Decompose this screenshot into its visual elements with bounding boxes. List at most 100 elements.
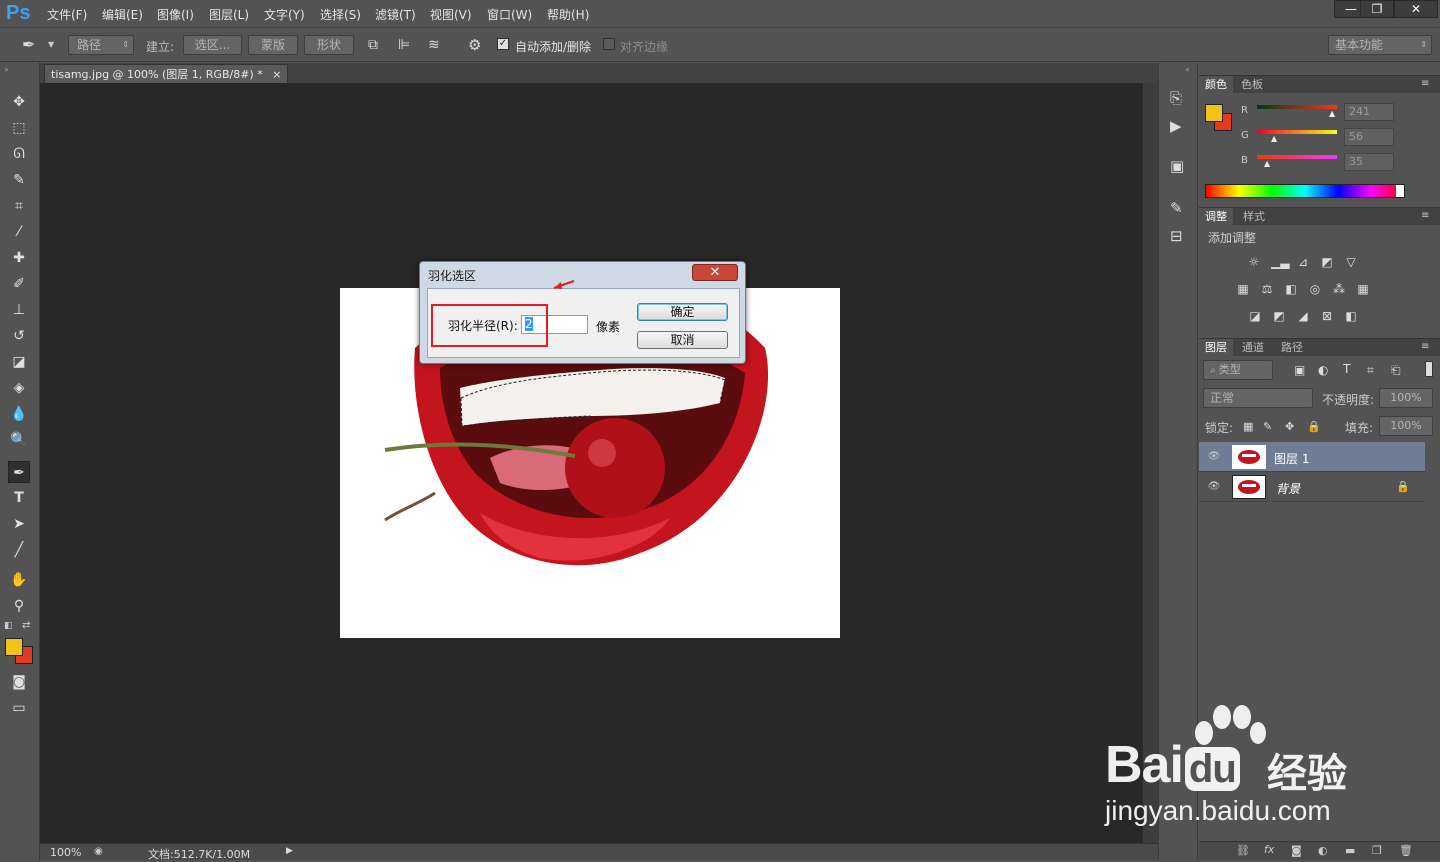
add-mask-icon[interactable]: ◙ bbox=[1291, 844, 1302, 857]
menu-view[interactable]: 视图(V) bbox=[430, 6, 472, 23]
marquee-tool-icon[interactable]: ⬚ bbox=[8, 117, 30, 139]
color-lookup-icon[interactable]: ▦ bbox=[1355, 282, 1371, 296]
filter-adjustment-icon[interactable]: ◐ bbox=[1318, 363, 1328, 377]
trash-icon[interactable]: 🗑 bbox=[1399, 844, 1413, 857]
eyedropper-tool-icon[interactable]: ⁄ bbox=[8, 221, 30, 243]
lock-all-icon[interactable]: 🔒 bbox=[1307, 420, 1321, 433]
photo-filter-icon[interactable]: ◎ bbox=[1307, 282, 1323, 296]
pen-tool-icon[interactable]: ✒ bbox=[22, 35, 35, 54]
layer-row[interactable]: 👁 背景 🔒 bbox=[1199, 472, 1425, 502]
path-selection-tool-icon[interactable]: ➤ bbox=[8, 513, 30, 535]
channel-g-value[interactable]: 56 bbox=[1344, 128, 1394, 146]
dodge-tool-icon[interactable]: 🔍 bbox=[8, 429, 30, 451]
menu-help[interactable]: 帮助(H) bbox=[547, 6, 589, 23]
menu-file[interactable]: 文件(F) bbox=[47, 6, 87, 23]
eye-icon[interactable]: 👁 bbox=[1207, 480, 1221, 494]
screen-mode-icon[interactable]: ▭ bbox=[8, 697, 30, 719]
type-tool-icon[interactable]: T bbox=[8, 487, 30, 509]
tool-preset-chevron-icon[interactable]: ▼ bbox=[48, 40, 54, 49]
blur-tool-icon[interactable]: 💧 bbox=[8, 403, 30, 425]
tab-paths[interactable]: 路径 bbox=[1275, 339, 1309, 357]
path-operations-icon[interactable]: ⧉ bbox=[368, 37, 378, 53]
tab-styles[interactable]: 样式 bbox=[1237, 208, 1271, 226]
color-balance-icon[interactable]: ⚖ bbox=[1259, 282, 1275, 296]
menu-filter[interactable]: 滤镜(T) bbox=[375, 6, 416, 23]
clone-stamp-tool-icon[interactable]: ⊥ bbox=[8, 299, 30, 321]
levels-icon[interactable]: ▁▃ bbox=[1271, 255, 1289, 269]
brightness-icon[interactable]: ☼ bbox=[1246, 255, 1262, 269]
history-brush-tool-icon[interactable]: ↺ bbox=[8, 325, 30, 347]
healing-brush-tool-icon[interactable]: ✚ bbox=[8, 247, 30, 269]
adjustment-layer-icon[interactable]: ◐ bbox=[1318, 844, 1328, 857]
layer-name[interactable]: 图层 1 bbox=[1274, 450, 1309, 467]
channel-r-thumb[interactable]: ▲ bbox=[1329, 109, 1335, 118]
posterize-icon[interactable]: ◩ bbox=[1271, 309, 1287, 323]
default-colors-icon[interactable]: ◧ bbox=[4, 621, 13, 631]
layer-name[interactable]: 背景 bbox=[1276, 480, 1300, 497]
status-menu-arrow-icon[interactable]: ▶ bbox=[286, 846, 293, 856]
layer-style-icon[interactable]: fx bbox=[1264, 843, 1274, 856]
pen-tool-selected-icon[interactable]: ✒ bbox=[8, 461, 30, 483]
cancel-button[interactable]: 取消 bbox=[637, 331, 728, 349]
auto-add-delete-checkbox[interactable]: ✓ bbox=[497, 38, 509, 50]
threshold-icon[interactable]: ◢ bbox=[1295, 309, 1311, 323]
ok-button[interactable]: 确定 bbox=[637, 303, 728, 321]
gradient-map-icon[interactable]: ⊠ bbox=[1319, 309, 1335, 323]
black-white-icon[interactable]: ◧ bbox=[1283, 282, 1299, 296]
lock-image-icon[interactable]: ✎ bbox=[1263, 420, 1272, 433]
panel-menu-icon[interactable]: ≡ bbox=[1421, 341, 1429, 352]
workspace-select[interactable]: 基本功能 ⇕ bbox=[1328, 35, 1432, 55]
path-arrangement-icon[interactable]: ≋ bbox=[428, 37, 440, 53]
blend-mode-select[interactable]: 正常 bbox=[1203, 388, 1313, 408]
mode-select[interactable]: 路径 ⇕ bbox=[68, 35, 134, 55]
filter-pixel-icon[interactable]: ▣ bbox=[1294, 363, 1305, 377]
selection-button[interactable]: 选区... bbox=[183, 35, 242, 55]
filter-type-icon[interactable]: T bbox=[1343, 362, 1350, 376]
eye-icon[interactable]: 👁 bbox=[1207, 450, 1221, 464]
foreground-color-swatch[interactable] bbox=[5, 638, 23, 656]
new-layer-icon[interactable]: ❐ bbox=[1372, 844, 1382, 857]
fill-input[interactable]: 100% bbox=[1379, 416, 1433, 436]
channel-g-slider[interactable] bbox=[1257, 130, 1337, 134]
tab-layers[interactable]: 图层 bbox=[1199, 339, 1233, 357]
gear-icon[interactable]: ⚙ bbox=[468, 36, 481, 54]
channel-b-thumb[interactable]: ▲ bbox=[1264, 159, 1270, 168]
channel-r-slider[interactable] bbox=[1257, 105, 1337, 109]
quick-selection-tool-icon[interactable]: ✎ bbox=[8, 169, 30, 191]
channel-r-value[interactable]: 241 bbox=[1344, 103, 1394, 121]
filter-shape-icon[interactable]: ⌗ bbox=[1367, 363, 1374, 378]
vibrance-icon[interactable]: ▽ bbox=[1343, 255, 1359, 269]
tab-close-icon[interactable]: × bbox=[272, 68, 281, 81]
opacity-input[interactable]: 100% bbox=[1379, 388, 1433, 408]
menu-edit[interactable]: 编辑(E) bbox=[102, 6, 143, 23]
lock-transparent-icon[interactable]: ▦ bbox=[1243, 420, 1253, 433]
history-panel-icon[interactable]: ⎘ bbox=[1170, 89, 1182, 107]
menu-select[interactable]: 选择(S) bbox=[320, 6, 361, 23]
channel-g-thumb[interactable]: ▲ bbox=[1271, 134, 1277, 143]
swap-colors-icon[interactable]: ⇄ bbox=[22, 620, 30, 631]
panel-menu-icon[interactable]: ≡ bbox=[1421, 210, 1429, 221]
tab-channels[interactable]: 通道 bbox=[1236, 339, 1270, 357]
color-spectrum-bar[interactable] bbox=[1205, 184, 1405, 198]
color-fg-swatch[interactable] bbox=[1205, 104, 1223, 122]
align-edges-checkbox[interactable] bbox=[603, 38, 615, 50]
layer-filter-select[interactable]: ⌕ 类型 bbox=[1203, 360, 1273, 380]
layer-row[interactable]: 👁 图层 1 bbox=[1199, 442, 1425, 472]
path-alignment-icon[interactable]: ⊫ bbox=[398, 37, 410, 53]
collapse-icon[interactable]: » bbox=[4, 65, 9, 74]
tab-adjustments[interactable]: 调整 bbox=[1199, 208, 1233, 226]
dialog-close-button[interactable]: ✕ bbox=[692, 264, 738, 281]
menu-layer[interactable]: 图层(L) bbox=[209, 6, 249, 23]
selective-color-icon[interactable]: ◧ bbox=[1343, 309, 1359, 323]
collapse-icon[interactable]: « bbox=[1185, 65, 1190, 74]
filter-toggle[interactable] bbox=[1425, 361, 1433, 377]
mask-button[interactable]: 蒙版 bbox=[248, 35, 298, 55]
brush-tool-icon[interactable]: ✐ bbox=[8, 273, 30, 295]
filter-smart-object-icon[interactable]: ⎗ bbox=[1391, 363, 1401, 378]
curves-icon[interactable]: ⊿ bbox=[1295, 255, 1311, 269]
document-tab[interactable]: tisamg.jpg @ 100% (图层 1, RGB/8#) * × bbox=[44, 64, 289, 83]
move-tool-icon[interactable]: ✥ bbox=[8, 91, 30, 113]
close-window-button[interactable]: ✕ bbox=[1394, 0, 1438, 18]
menu-window[interactable]: 窗口(W) bbox=[487, 6, 532, 23]
channel-mixer-icon[interactable]: ⁂ bbox=[1331, 282, 1347, 296]
